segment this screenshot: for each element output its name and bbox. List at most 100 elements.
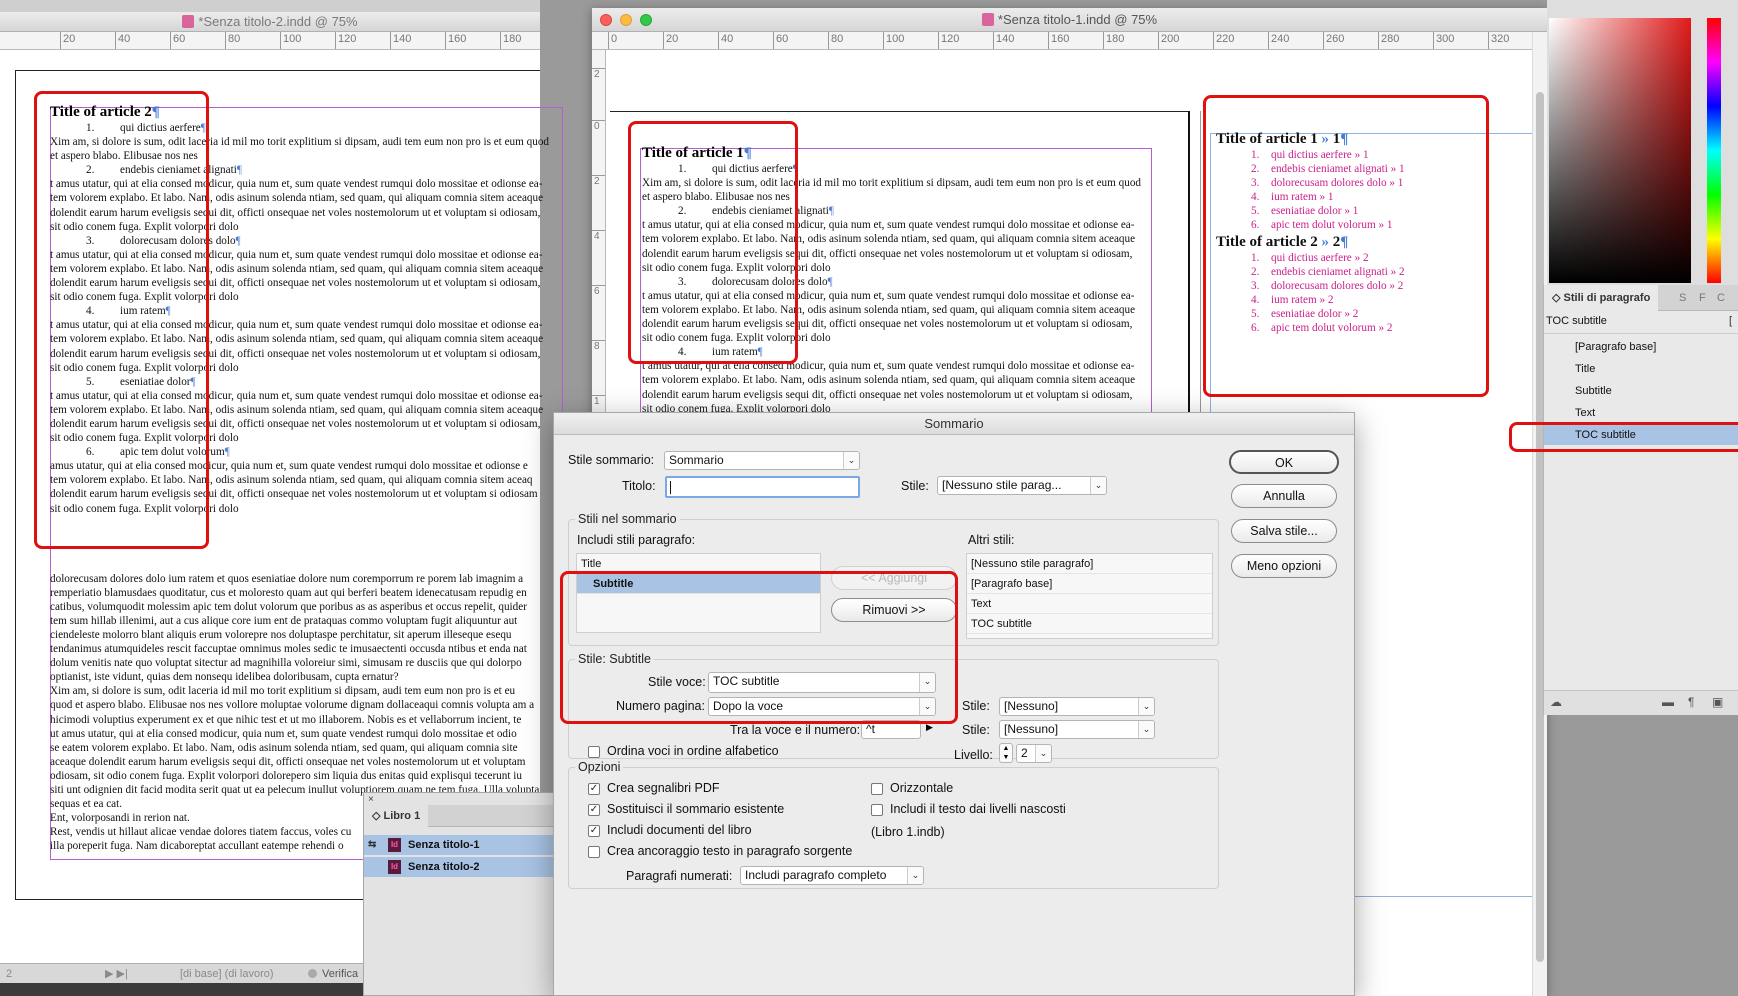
preflight-status-icon (308, 969, 317, 978)
create-anchor-checkbox[interactable] (588, 846, 600, 858)
folder-icon[interactable]: ▬ (1662, 695, 1674, 709)
zoom-window-button[interactable] (640, 14, 652, 26)
left-window-title: *Senza titolo-2.indd @ 75% (198, 14, 358, 29)
paragraph-line: remperiatio blamusdaes quoditatur, cus e… (50, 586, 527, 599)
color-field[interactable] (1549, 18, 1691, 283)
right-window-title: *Senza titolo-1.indd @ 75% (997, 12, 1158, 27)
ruler-label: 60 (773, 32, 788, 49)
title-input[interactable] (665, 476, 860, 498)
other-style-item[interactable]: Text (967, 594, 1212, 614)
paragraph-line: tem volorem explabo. Et labo. Nam, odis … (642, 374, 1136, 387)
ruler-label: 140 (993, 32, 1014, 49)
book-document-row[interactable]: ⇆ Id Senza titolo-1 (364, 835, 562, 855)
dialog-title: Sommario (554, 413, 1354, 435)
close-window-button[interactable] (600, 14, 612, 26)
other-style-item[interactable]: TOC subtitle (967, 614, 1212, 634)
style-status[interactable]: [di base] (di lavoro) (180, 964, 274, 984)
current-style-label: TOC subtitle (1546, 315, 1607, 327)
hue-slider[interactable] (1707, 18, 1721, 283)
preflight-label[interactable]: Verifica (322, 964, 358, 984)
replace-toc-checkbox[interactable]: ✓ (588, 804, 600, 816)
ruler-label: 8 (592, 340, 605, 352)
include-styles-label: Includi stili paragrafo: (577, 533, 696, 547)
ruler-label: 200 (1158, 32, 1179, 49)
run-in-checkbox[interactable] (871, 783, 883, 795)
paragraph-line: Xim am, si dolore is sum, odit laceria i… (50, 685, 516, 698)
toc-style-select[interactable]: Sommario ⌄ (664, 451, 860, 470)
right-window-titlebar[interactable]: *Senza titolo-1.indd @ 75% (592, 8, 1547, 32)
book-panel: × ◇ Libro 1 ⇆ Id Senza titolo-1 Id Senza… (363, 792, 564, 996)
right-vertical-ruler[interactable]: 2 0 2 4 6 8 1 (592, 50, 606, 420)
hidden-layers-checkbox[interactable] (871, 804, 883, 816)
ruler-label: 80 (828, 32, 843, 49)
left-top-strip (0, 0, 540, 12)
level-select[interactable]: 2 ⌄ (1016, 744, 1052, 763)
styles-in-toc-title: Stili nel sommario (575, 512, 680, 526)
ok-button[interactable]: OK (1229, 450, 1339, 474)
ruler-label: 220 (1213, 32, 1234, 49)
left-horizontal-ruler[interactable]: 20 40 60 80 100 120 140 160 180 (0, 32, 540, 50)
paragraph-line: dolendit earum harum eveligsis sequi dit… (642, 388, 1133, 401)
cancel-button[interactable]: Annulla (1231, 484, 1337, 508)
tab-paragraph-styles[interactable]: ◇ Stili di paragrafo (1544, 285, 1659, 311)
clear-overrides-icon[interactable]: ¶ (1688, 695, 1694, 709)
new-style-icon[interactable]: ▣ (1712, 695, 1723, 709)
paragraph-line: tendanimus atumquideles rescit faccuptae… (50, 643, 527, 656)
between-style-label: Stile: (962, 723, 990, 737)
tab-character-styles[interactable]: S (1679, 285, 1686, 311)
fewer-options-button[interactable]: Meno opzioni (1231, 554, 1337, 578)
style-item[interactable]: [Paragrafo base] (1544, 337, 1738, 357)
numbered-paragraphs-select[interactable]: Includi paragrafo completo ⌄ (740, 866, 924, 885)
other-style-item[interactable]: [Nessuno stile paragrafo] (967, 554, 1212, 574)
page-1-edge (610, 111, 1188, 112)
other-style-item[interactable]: [Paragrafo base] (967, 574, 1212, 594)
cloud-library-icon[interactable]: ☁ (1550, 695, 1562, 709)
style-item[interactable]: Subtitle (1544, 381, 1738, 401)
paragraph-line: tem sum hillab illenimi, aut a cus aliqu… (50, 614, 518, 627)
include-book-docs-checkbox[interactable]: ✓ (588, 825, 600, 837)
paragraph-line: aceaque dolendit earum harum eveligsis s… (50, 755, 526, 768)
other-styles-list[interactable]: [Nessuno stile paragrafo] [Paragrafo bas… (966, 553, 1213, 639)
chevron-down-icon: ⌄ (1138, 721, 1154, 738)
paragraph-line: odiosam, sit odio conem fuga. Explit vol… (50, 769, 522, 782)
paragraph-line: dolorecusam dolores dolo ium ratem et qu… (50, 572, 524, 585)
book-document-row[interactable]: Id Senza titolo-2 (364, 857, 562, 877)
between-label: Tra la voce e il numero: (730, 723, 861, 737)
left-window-titlebar[interactable]: *Senza titolo-2.indd @ 75% (0, 12, 540, 32)
right-horizontal-ruler[interactable]: 0 20 40 60 80 100 120 140 160 180 200 22… (592, 32, 1532, 50)
create-pdf-bookmarks-checkbox[interactable]: ✓ (588, 783, 600, 795)
book-panel-header: ◇ Libro 1 (364, 805, 564, 827)
book-panel-close-icon[interactable]: × (368, 794, 374, 805)
paragraph-line: dolum venitis nate quo voluptat sitectur… (50, 657, 522, 670)
paragraph-line: quod et aspero blabo. Elibusae nos nes v… (50, 699, 535, 712)
sort-alphabetical-checkbox[interactable] (588, 746, 600, 758)
minimize-window-button[interactable] (620, 14, 632, 26)
ruler-label: 4 (592, 230, 605, 242)
title-label: Titolo: (622, 479, 656, 493)
save-style-button[interactable]: Salva stile... (1231, 519, 1337, 543)
color-picker-panel[interactable] (1547, 0, 1738, 285)
ruler-label: 40 (115, 32, 130, 49)
tab-c[interactable]: C (1717, 285, 1725, 311)
book-file-label: (Libro 1.indb) (871, 825, 945, 839)
paragraph-line: se eatem volorem explabo. Et labo. Nam, … (50, 741, 518, 754)
nav-arrows-icon[interactable]: ▶ ▶| (105, 964, 128, 984)
ruler-label: 1 (592, 395, 605, 407)
ruler-label: 240 (1268, 32, 1289, 49)
style-item[interactable]: Title (1544, 359, 1738, 379)
between-style-select[interactable]: [Nessuno] ⌄ (999, 720, 1155, 739)
page-number-field[interactable]: 2 (6, 964, 12, 984)
tab-f[interactable]: F (1699, 285, 1706, 311)
new-style-from-selection-icon[interactable]: [ (1729, 315, 1732, 327)
sort-alphabetical-label: Ordina voci in ordine alfabetico (607, 744, 779, 758)
ruler-label: 160 (1048, 32, 1069, 49)
title-style-select[interactable]: [Nessuno stile parag... ⌄ (937, 476, 1107, 495)
paragraph-line: ut amus utatur, qui at elia consed modic… (50, 727, 517, 740)
level-stepper[interactable]: ▲ ▼ (999, 743, 1013, 763)
style-item[interactable]: Text (1544, 403, 1738, 423)
title-style-label: Stile: (901, 479, 929, 493)
highlight-box-left-article (34, 91, 209, 549)
hidden-layers-label: Includi il testo dai livelli nascosti (890, 802, 1066, 816)
book-tab[interactable]: ◇ Libro 1 (364, 805, 429, 827)
page-number-style-select[interactable]: [Nessuno] ⌄ (999, 697, 1155, 716)
